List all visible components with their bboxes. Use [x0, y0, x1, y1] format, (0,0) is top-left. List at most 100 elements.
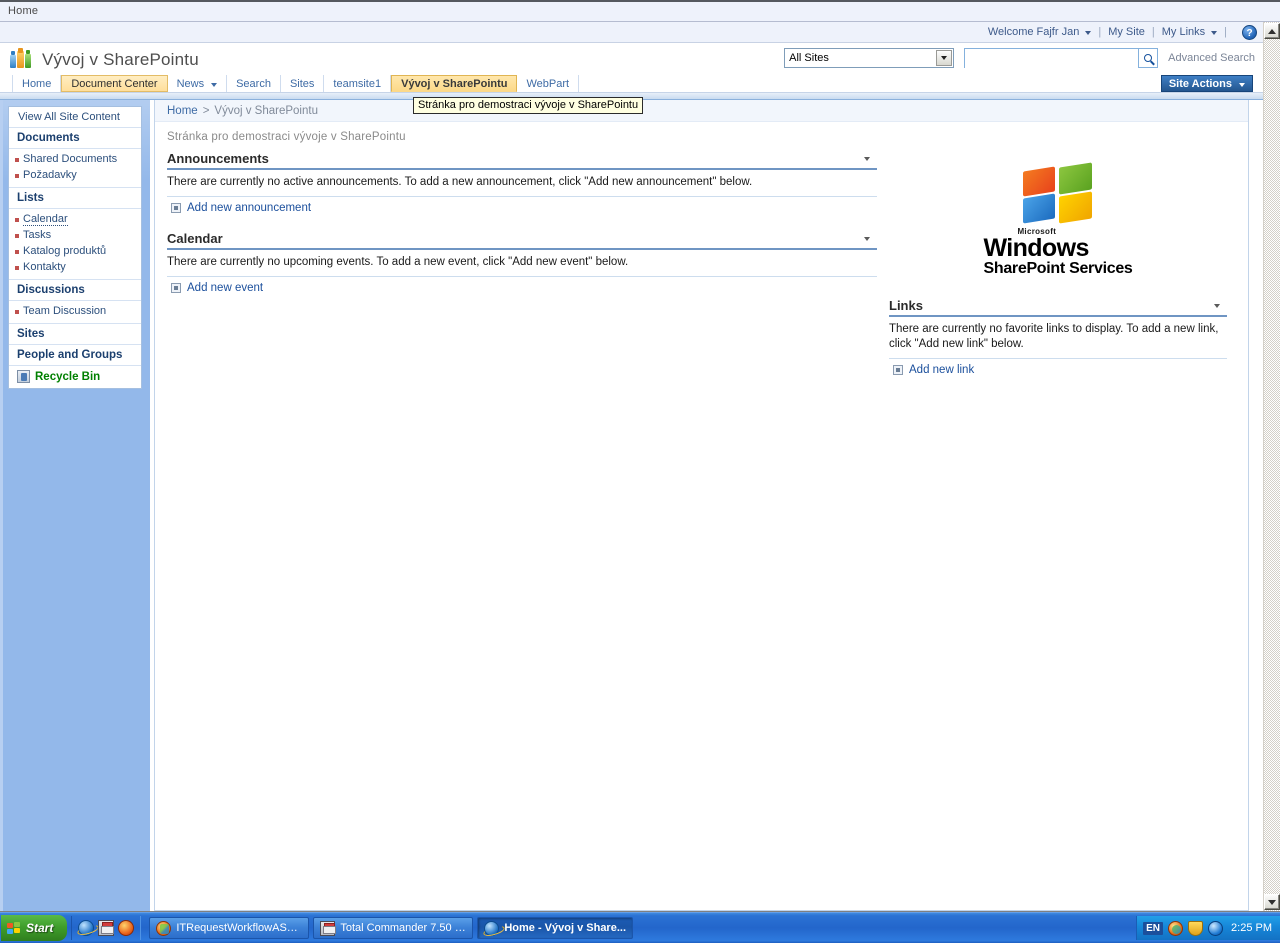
webpart-title: Calendar — [167, 231, 223, 246]
chevron-down-icon[interactable] — [1211, 300, 1223, 312]
tab-label: Search — [236, 77, 271, 90]
internet-explorer-icon[interactable] — [78, 920, 95, 936]
my-links-label: My Links — [1161, 26, 1206, 38]
nav-separator-1: | — [1098, 26, 1102, 38]
tab-news[interactable]: News — [167, 75, 228, 92]
welcome-label: Welcome Fajfr Jan — [987, 26, 1080, 38]
windows-flag-icon — [7, 921, 21, 935]
tab-webpart[interactable]: WebPart — [517, 75, 580, 92]
sidebar-item-label: Kontakty — [23, 261, 66, 273]
add-new-label: Add new link — [909, 364, 975, 376]
search-scope-value: All Sites — [789, 52, 829, 64]
webpart-zone-right: Microsoft Windows SharePoint Services Li… — [877, 151, 1227, 393]
tooltip: Stránka pro demostraci vývoje v SharePoi… — [413, 97, 644, 114]
sidebar-item-recycle-bin[interactable]: Recycle Bin — [9, 366, 141, 388]
add-new-link-link[interactable]: Add new link — [889, 359, 1227, 379]
tab-sites[interactable]: Sites — [280, 75, 325, 92]
save-disk-icon[interactable] — [98, 920, 115, 936]
breadcrumb-current: Vývoj v SharePointu — [214, 104, 318, 117]
vertical-scrollbar[interactable] — [1263, 22, 1280, 911]
sidebar-item-katalog-produktu[interactable]: Katalog produktů — [9, 243, 141, 259]
site-actions-label: Site Actions — [1168, 77, 1232, 90]
sidebar-item-team-discussion[interactable]: Team Discussion — [9, 303, 141, 319]
webpart-header: Announcements — [167, 151, 877, 170]
language-indicator[interactable]: EN — [1143, 921, 1164, 935]
breadcrumb: Home > Vývoj v SharePointu — [155, 100, 1248, 122]
webpart-zone-left: Announcements There are currently no act… — [155, 151, 877, 393]
sidebar-item-view-all-site-content[interactable]: View All Site Content — [9, 107, 141, 128]
firefox-icon[interactable] — [118, 920, 135, 936]
start-button[interactable]: Start — [1, 915, 68, 941]
sidebar-header-lists[interactable]: Lists — [9, 188, 141, 209]
sharepoint-site-logo-icon — [10, 47, 32, 71]
sidebar-item-label: Tasks — [23, 229, 52, 241]
search-input[interactable] — [965, 50, 1139, 68]
welcome-menu[interactable]: Welcome Fajfr Jan — [988, 26, 1092, 38]
webpart-header: Calendar — [167, 231, 877, 250]
help-icon[interactable]: ? — [1242, 24, 1257, 40]
windows-sharepoint-services-logo: Microsoft Windows SharePoint Services — [889, 151, 1227, 298]
add-new-announcement-link[interactable]: Add new announcement — [167, 197, 877, 217]
sidebar-item-shared-documents[interactable]: Shared Documents — [9, 151, 141, 167]
taskbar-button-home-vyvoj[interactable]: Home - Vývoj v Share... — [477, 917, 633, 939]
sidebar-header-sites[interactable]: Sites — [9, 324, 141, 345]
visual-studio-icon — [156, 920, 172, 936]
chevron-down-icon[interactable] — [861, 233, 873, 245]
sidebar-item-tasks[interactable]: Tasks — [9, 227, 141, 243]
taskbar-button-itrequestworkflow[interactable]: ITRequestWorkflowASP2... — [149, 917, 310, 939]
search-scope-select[interactable]: All Sites — [784, 48, 955, 68]
system-orb-icon[interactable] — [1208, 920, 1224, 936]
webpart-header: Links — [889, 298, 1227, 317]
sidebar-item-pozadavky[interactable]: Požadavky — [9, 167, 141, 183]
network-activity-icon[interactable] — [1168, 920, 1184, 936]
sidebar-group-discussions: Team Discussion — [9, 301, 141, 324]
left-navigation-column: View All Site Content Documents Shared D… — [0, 100, 152, 911]
sidebar-item-label: Recycle Bin — [35, 370, 101, 383]
nav-separator-3: | — [1224, 26, 1227, 38]
tab-home[interactable]: Home — [12, 75, 62, 92]
webpart-title: Announcements — [167, 151, 269, 166]
search-button[interactable] — [1139, 48, 1159, 68]
webpart-body-text: There are currently no favorite links to… — [889, 317, 1227, 359]
breadcrumb-separator: > — [202, 104, 210, 117]
advanced-search-link[interactable]: Advanced Search — [1168, 52, 1255, 64]
sidebar-header-documents[interactable]: Documents — [9, 128, 141, 149]
taskbar-button-total-commander[interactable]: Total Commander 7.50 - ... — [313, 917, 474, 939]
add-new-item-icon — [893, 365, 903, 375]
taskbar-clock[interactable]: 2:25 PM — [1231, 922, 1272, 934]
chevron-down-icon[interactable] — [861, 153, 873, 165]
sidebar-item-kontakty[interactable]: Kontakty — [9, 259, 141, 275]
scroll-up-button[interactable] — [1264, 23, 1280, 39]
sidebar-header-discussions[interactable]: Discussions — [9, 280, 141, 301]
breadcrumb-home-link[interactable]: Home — [167, 105, 198, 117]
my-site-link[interactable]: My Site — [1108, 26, 1145, 38]
chevron-down-icon[interactable] — [936, 50, 953, 66]
site-actions-button[interactable]: Site Actions — [1160, 75, 1253, 92]
tab-label: Vývoj v SharePointu — [401, 77, 508, 90]
webpart-announcements: Announcements There are currently no act… — [167, 151, 877, 217]
sidebar-item-calendar[interactable]: Calendar — [9, 211, 141, 227]
my-links-menu[interactable]: My Links — [1161, 26, 1218, 38]
save-disk-icon — [320, 920, 337, 936]
security-shield-icon[interactable] — [1188, 920, 1204, 936]
tab-search[interactable]: Search — [227, 75, 281, 92]
sharepoint-page: Welcome Fajfr Jan | My Site | My Links |… — [0, 22, 1263, 911]
sidebar-item-label: Katalog produktů — [23, 245, 107, 257]
system-tray: EN 2:25 PM — [1136, 916, 1280, 940]
tab-document-center[interactable]: Document Center — [61, 75, 168, 92]
webpart-zones: Announcements There are currently no act… — [155, 151, 1248, 393]
tab-teamsite1[interactable]: teamsite1 — [324, 75, 392, 92]
add-new-label: Add new announcement — [187, 202, 312, 214]
top-navigation: Home Document Center News Search Sites t… — [0, 75, 1263, 93]
sidebar-header-people-and-groups[interactable]: People and Groups — [9, 345, 141, 366]
tab-label: News — [176, 77, 205, 90]
tab-vyvoj-v-sharepointu[interactable]: Vývoj v SharePointu — [391, 75, 518, 92]
page-title: Vývoj v SharePointu — [42, 49, 199, 69]
tab-label: Sites — [289, 77, 315, 90]
scroll-down-button[interactable] — [1264, 894, 1280, 910]
add-new-event-link[interactable]: Add new event — [167, 277, 877, 297]
search-icon — [1144, 54, 1153, 62]
chevron-down-icon — [1085, 31, 1092, 35]
search-input-wrapper — [964, 48, 1140, 68]
webpart-links: Links There are currently no favorite li… — [889, 298, 1227, 379]
